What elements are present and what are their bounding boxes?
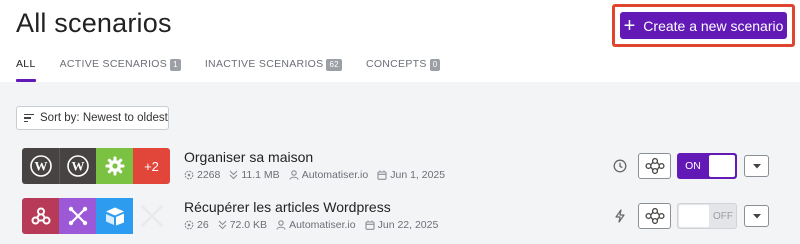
toggle-knob [679, 205, 709, 227]
airtable-icon [96, 198, 133, 234]
data-size: 72.0 KB [229, 219, 268, 231]
owner-name: Automatiser.io [301, 169, 369, 181]
chevron-down-icon [752, 163, 761, 168]
scenario-list-area: Sort by: Newest to oldest W W +2 Organis… [0, 82, 800, 244]
flow-nodes-icon [644, 158, 665, 174]
more-apps-count: +2 [144, 158, 159, 174]
calendar-icon [377, 170, 387, 180]
more-apps-badge: +2 [133, 148, 170, 184]
app-icons: W W +2 [22, 148, 170, 184]
flow-control-icon [59, 198, 96, 234]
tab-all[interactable]: ALL [16, 58, 36, 82]
create-scenario-button[interactable]: + Create a new scenario [620, 12, 787, 39]
app-icons [22, 198, 170, 234]
operations-count: 2268 [197, 169, 221, 181]
lightning-icon [613, 209, 627, 228]
tab-label: INACTIVE SCENARIOS [204, 58, 324, 70]
scenario-meta: 2268 11.1 MB Automatiser.io Jun 1, 2025 [184, 169, 445, 181]
count-badge: 1 [170, 59, 181, 71]
create-button-highlight: + Create a new scenario [612, 4, 795, 47]
operations-icon [184, 220, 194, 230]
user-icon [276, 220, 286, 230]
tools-gear-icon [96, 148, 133, 184]
operations-count: 26 [197, 219, 209, 231]
scenario-toggle[interactable]: OFF [677, 203, 737, 229]
wordpress-icon: W [59, 148, 96, 184]
webhooks-icon [22, 198, 59, 234]
sort-label: Sort by: Newest to oldest [40, 112, 168, 124]
page-title: All scenarios [16, 8, 172, 38]
operations-icon [184, 170, 194, 180]
svg-text:W: W [72, 159, 85, 174]
scenario-meta: 26 72.0 KB Automatiser.io Jun 22, 2025 [184, 219, 438, 231]
last-edit-date: Jun 22, 2025 [377, 219, 439, 231]
scenario-diagram-button[interactable] [638, 153, 671, 179]
scenario-options-button[interactable] [744, 205, 769, 227]
sort-dropdown[interactable]: Sort by: Newest to oldest [16, 106, 169, 130]
owner-name: Automatiser.io [289, 219, 356, 231]
user-icon [289, 170, 299, 180]
scenario-name[interactable]: Organiser sa maison [184, 149, 313, 165]
faded-app-icon [133, 198, 170, 234]
count-badge: 62 [326, 59, 342, 71]
chevron-down-icon [752, 213, 761, 218]
svg-text:W: W [34, 159, 47, 174]
data-transfer-icon [229, 170, 238, 180]
tab-label: CONCEPTS [365, 58, 427, 70]
tab-label: ACTIVE SCENARIOS [59, 58, 168, 70]
scenario-row[interactable]: W W +2 Organiser sa maison 2268 11.1 MB [22, 148, 782, 184]
scenario-name[interactable]: Récupérer les articles Wordpress [184, 199, 391, 215]
toggle-knob [709, 155, 735, 177]
wordpress-icon: W [22, 148, 59, 184]
tab-concepts[interactable]: CONCEPTS 0 [366, 58, 441, 82]
tab-label: ALL [16, 58, 36, 70]
data-size: 11.1 MB [241, 169, 280, 181]
scenario-options-button[interactable] [744, 155, 769, 177]
page-header: All scenarios + Create a new scenario AL… [0, 0, 800, 82]
plus-icon: + [623, 14, 636, 37]
tab-inactive-scenarios[interactable]: INACTIVE SCENARIOS 62 [205, 58, 342, 82]
flow-nodes-icon [644, 208, 665, 224]
toggle-state: ON [685, 160, 701, 172]
scenario-toggle[interactable]: ON [677, 153, 737, 179]
count-badge: 0 [429, 59, 441, 71]
sort-icon [24, 113, 34, 123]
tab-active-scenarios[interactable]: ACTIVE SCENARIOS 1 [60, 58, 181, 82]
toggle-state: OFF [713, 210, 733, 222]
create-scenario-label: Create a new scenario [643, 17, 784, 34]
data-transfer-icon [218, 220, 227, 230]
scenario-row[interactable]: Récupérer les articles Wordpress 26 72.0… [22, 198, 782, 234]
calendar-icon [365, 220, 375, 230]
scenario-tabs: ALL ACTIVE SCENARIOS 1 INACTIVE SCENARIO… [16, 58, 441, 82]
last-edit-date: Jun 1, 2025 [390, 169, 446, 181]
clock-icon [613, 159, 627, 178]
scenario-diagram-button[interactable] [638, 203, 671, 229]
